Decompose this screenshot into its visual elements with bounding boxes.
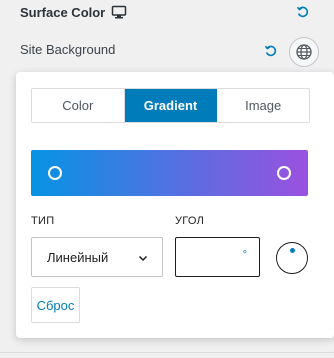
globe-button[interactable] [289,37,319,67]
desktop-icon[interactable] [111,5,127,19]
site-background-row: Site Background [20,40,115,58]
surface-color-header: Surface Color Site Background [0,0,334,72]
globe-icon [295,43,313,61]
site-background-label: Site Background [20,41,116,57]
background-type-tabs: Color Gradient Image [31,88,310,123]
gradient-type-select[interactable]: Линейный [31,237,163,277]
gradient-stop-start[interactable] [48,166,62,180]
tab-color[interactable]: Color [32,89,125,122]
section-title: Surface Color [20,4,106,20]
gradient-type-value: Линейный [47,249,109,265]
angle-dial-indicator [290,248,295,253]
chevron-down-icon [138,253,148,263]
gradient-stop-end[interactable] [277,166,291,180]
divider [0,352,334,353]
tab-image[interactable]: Image [217,89,309,122]
reset-button[interactable]: Сброс [31,287,80,323]
angle-dial[interactable] [276,242,308,274]
angle-unit: ° [242,249,247,261]
reset-icon[interactable] [296,5,310,19]
gradient-preview-bar[interactable] [31,150,308,196]
title-row: Surface Color [20,3,127,21]
angle-label: УГОЛ [175,215,205,227]
tab-gradient[interactable]: Gradient [124,89,218,122]
type-label: ТИП [31,215,55,227]
angle-input[interactable]: ° [175,237,260,277]
background-popover: Color Gradient Image ТИП УГОЛ Линейный °… [16,72,334,338]
reset-icon[interactable] [264,44,278,58]
